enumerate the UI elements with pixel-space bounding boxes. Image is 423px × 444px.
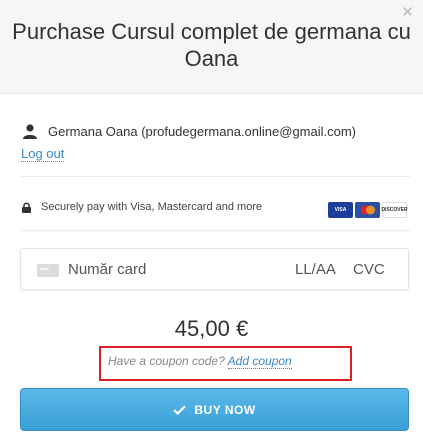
- expiry-input[interactable]: LL/AA: [295, 261, 336, 278]
- buy-now-label: BUY NOW: [194, 402, 256, 417]
- add-coupon-link[interactable]: Add coupon: [227, 354, 292, 369]
- cvc-input[interactable]: CVC: [353, 261, 385, 278]
- credit-card-icon: [37, 264, 59, 277]
- coupon-prompt: Have a coupon code?: [108, 354, 225, 368]
- user-icon: [23, 124, 37, 139]
- discover-logo: DISCOVER: [381, 202, 408, 218]
- modal-header: ✕ Purchase Cursul complet de germana cu …: [0, 0, 423, 94]
- visa-logo: VISA: [328, 202, 353, 218]
- price: 45,00 €: [174, 316, 249, 341]
- card-logos: VISA DISCOVER: [328, 202, 408, 218]
- card-number-input[interactable]: Număr card: [68, 261, 146, 278]
- logout-link[interactable]: Log out: [21, 146, 65, 162]
- page-title: Purchase Cursul complet de germana cu Oa…: [12, 19, 411, 71]
- divider: [20, 230, 410, 231]
- checkmark-icon: [173, 404, 187, 415]
- card-input-group[interactable]: Număr card LL/AA CVC: [20, 248, 409, 290]
- mastercard-icon: [360, 205, 375, 215]
- user-identity: Germana Oana (profudegermana.online@gmai…: [48, 124, 357, 139]
- lock-icon: [22, 202, 31, 213]
- divider: [20, 176, 410, 177]
- secure-payment-text: Securely pay with Visa, Mastercard and m…: [41, 201, 263, 213]
- account-row: Germana Oana (profudegermana.online@gmai…: [22, 124, 356, 139]
- coupon-row: Have a coupon code? Add coupon: [108, 354, 292, 369]
- secure-payment-row: Securely pay with Visa, Mastercard and m…: [22, 201, 262, 213]
- mastercard-logo: [355, 202, 380, 218]
- buy-now-button[interactable]: BUY NOW: [20, 388, 409, 431]
